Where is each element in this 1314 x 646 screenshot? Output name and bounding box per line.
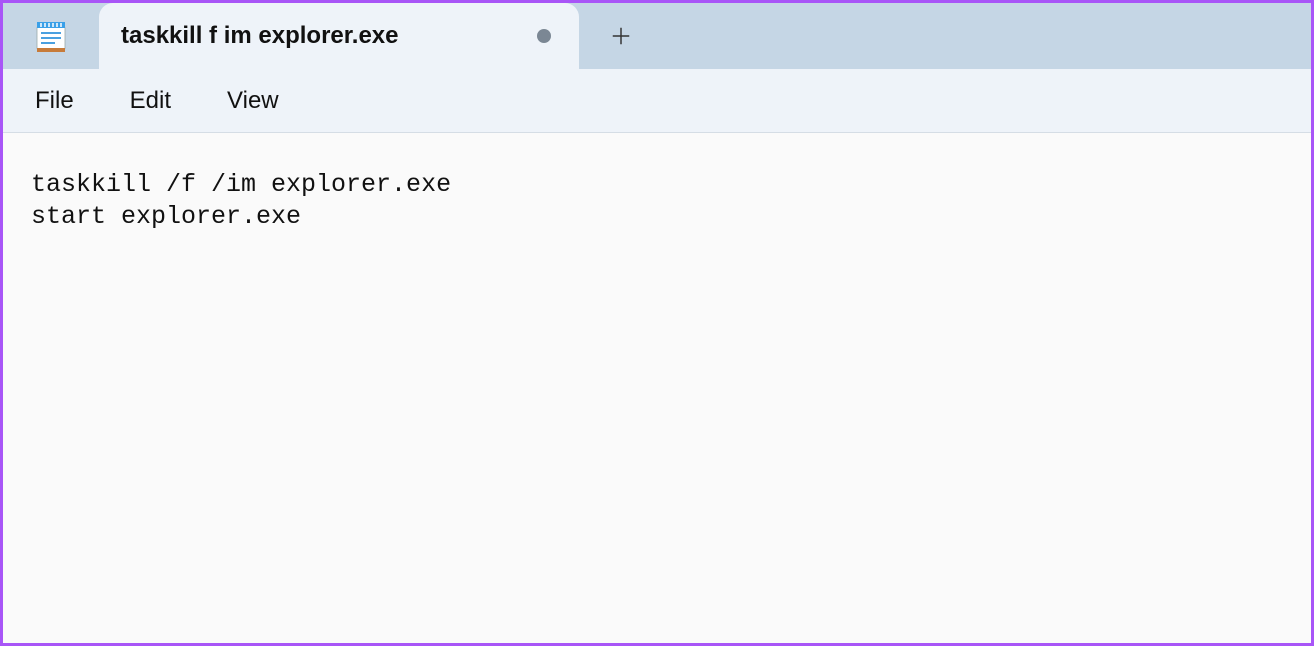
text-editor[interactable]: taskkill /f /im explorer.exe start explo…	[3, 133, 1311, 643]
menu-file[interactable]: File	[21, 81, 88, 121]
plus-icon	[610, 25, 632, 47]
menubar: File Edit View	[3, 69, 1311, 133]
notepad-icon	[33, 18, 69, 54]
menu-edit[interactable]: Edit	[116, 81, 185, 121]
new-tab-button[interactable]	[591, 3, 651, 69]
titlebar: taskkill f im explorer.exe	[3, 3, 1311, 69]
tab-title: taskkill f im explorer.exe	[121, 22, 519, 50]
app-icon-wrap	[3, 3, 99, 69]
tab-active[interactable]: taskkill f im explorer.exe	[99, 3, 579, 69]
unsaved-indicator-icon[interactable]	[537, 29, 551, 43]
menu-view[interactable]: View	[213, 81, 293, 121]
